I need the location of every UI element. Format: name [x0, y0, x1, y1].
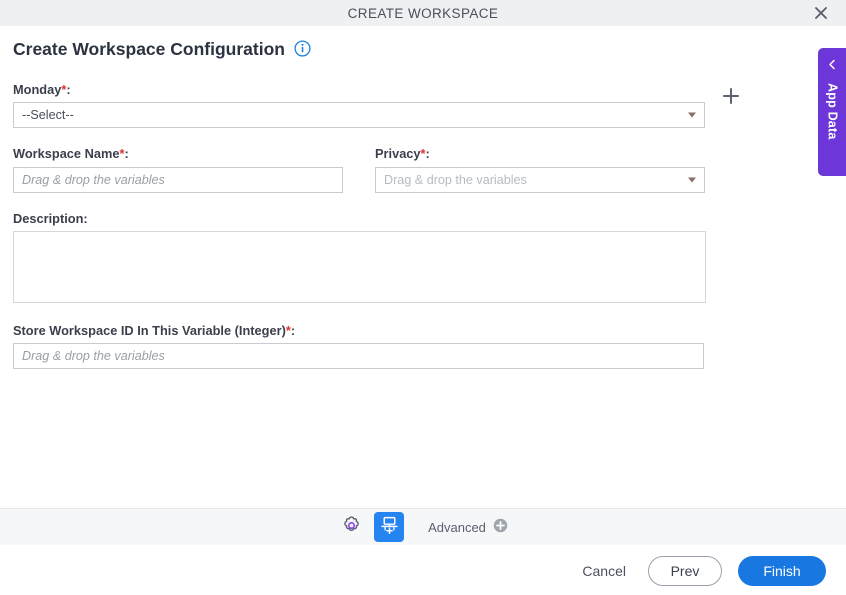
- plus-icon: [720, 88, 742, 110]
- dialog-action-bar: Cancel Prev Finish: [0, 546, 846, 595]
- cancel-button[interactable]: Cancel: [576, 559, 632, 583]
- field-description: Description:: [13, 210, 713, 304]
- field-workspace-name: Workspace Name*: Drag & drop the variabl…: [13, 146, 343, 193]
- privacy-placeholder: Drag & drop the variables: [384, 172, 527, 187]
- footer-toolbar: Advanced: [0, 508, 846, 545]
- app-data-tab[interactable]: App Data: [818, 48, 846, 176]
- configuration-form: Monday*: --Select-- Workspace Name*: Dra…: [13, 82, 739, 370]
- advanced-button[interactable]: Advanced: [428, 518, 508, 536]
- add-monday-button[interactable]: [720, 85, 742, 107]
- monday-select[interactable]: --Select--: [13, 102, 705, 129]
- workspace-add-button[interactable]: [374, 512, 405, 542]
- settings-button[interactable]: [338, 514, 364, 540]
- page-title: Create Workspace Configuration: [13, 39, 285, 60]
- name-privacy-row: Workspace Name*: Drag & drop the variabl…: [13, 146, 713, 193]
- app-data-tab-label: App Data: [825, 83, 840, 140]
- field-store-workspace-id: Store Workspace ID In This Variable (Int…: [13, 323, 713, 370]
- privacy-select[interactable]: Drag & drop the variables: [375, 166, 705, 193]
- workspace-name-input[interactable]: Drag & drop the variables: [13, 166, 343, 193]
- prev-button[interactable]: Prev: [648, 555, 722, 586]
- field-monday: Monday*: --Select--: [13, 82, 739, 129]
- window-titlebar: CREATE WORKSPACE: [0, 0, 846, 26]
- gear-icon: [341, 515, 362, 539]
- privacy-label: Privacy*:: [375, 146, 430, 162]
- monday-label: Monday*:: [13, 82, 71, 97]
- info-icon[interactable]: [294, 40, 311, 60]
- workspace-name-label: Workspace Name*:: [13, 146, 129, 162]
- store-workspace-id-label: Store Workspace ID In This Variable (Int…: [13, 323, 296, 339]
- close-icon: [814, 6, 828, 20]
- finish-button[interactable]: Finish: [738, 555, 826, 586]
- page-heading: Create Workspace Configuration: [13, 40, 311, 60]
- plus-circle-icon: [493, 518, 508, 536]
- description-textarea[interactable]: [13, 231, 706, 304]
- store-workspace-id-placeholder: Drag & drop the variables: [22, 349, 165, 364]
- store-workspace-id-input[interactable]: Drag & drop the variables: [13, 343, 704, 370]
- description-label: Description:: [13, 210, 88, 226]
- monday-select-value: --Select--: [22, 108, 74, 123]
- chevron-left-icon: [827, 58, 838, 73]
- field-privacy: Privacy*: Drag & drop the variables: [375, 146, 705, 193]
- workspace-name-placeholder: Drag & drop the variables: [22, 172, 165, 187]
- chevron-down-icon: [688, 112, 696, 118]
- advanced-label: Advanced: [428, 519, 486, 535]
- window-title: CREATE WORKSPACE: [347, 5, 499, 21]
- chevron-down-icon: [688, 177, 696, 183]
- close-button[interactable]: [808, 0, 834, 26]
- workspace-add-icon: [379, 515, 400, 539]
